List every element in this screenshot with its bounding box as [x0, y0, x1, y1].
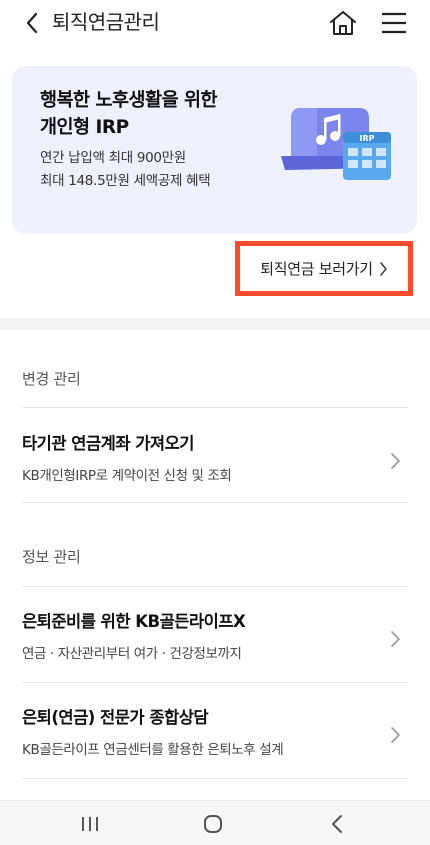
view-retirement-pension-label: 퇴직연금 보러가기	[260, 260, 373, 278]
item-subtitle: 연금 · 자산관리부터 여가 · 건강정보까지	[22, 646, 242, 662]
irp-badge: IRP	[360, 134, 375, 143]
item-title: 타기관 연금계좌 가져오기	[22, 434, 194, 453]
recent-apps-icon	[82, 817, 98, 831]
banner-title: 행복한 노후생활을 위한 개인형 IRP	[40, 90, 218, 138]
chevron-left-icon	[26, 12, 38, 34]
back-icon	[332, 815, 342, 833]
recent-apps-button[interactable]	[70, 809, 110, 839]
home-button[interactable]	[327, 8, 359, 38]
irp-illustration-icon: IRP	[281, 108, 391, 180]
chevron-right-icon	[391, 453, 400, 469]
divider	[22, 407, 408, 408]
system-back-button[interactable]	[317, 809, 357, 839]
view-retirement-pension-button[interactable]: 퇴직연금 보러가기	[235, 241, 413, 296]
item-subtitle: KB개인형IRP로 계약이전 신청 및 조회	[22, 468, 232, 484]
home-circle-icon	[204, 815, 222, 833]
item-title: 은퇴준비를 위한 KB골든라이프X	[22, 612, 246, 631]
section-label-info-management: 정보 관리	[22, 548, 81, 566]
irp-promo-banner[interactable]: 행복한 노후생활을 위한 개인형 IRP 연간 납입액 최대 900만원 최대 …	[12, 66, 417, 234]
page-title: 퇴직연금관리	[52, 10, 160, 34]
banner-description: 연간 납입액 최대 900만원 최대 148.5만원 세액공제 혜택	[40, 150, 211, 189]
list-item-retirement-consulting[interactable]: 은퇴(연금) 전문가 종합상담 KB골든라이프 연금센터를 활용한 은퇴노후 설…	[0, 688, 430, 776]
section-divider	[0, 318, 430, 330]
section-label-change-management: 변경 관리	[22, 370, 81, 388]
item-subtitle: KB골든라이프 연금센터를 활용한 은퇴노후 설계	[22, 742, 284, 758]
app-header: 퇴직연금관리	[0, 0, 430, 46]
list-item-kb-golden-life-x[interactable]: 은퇴준비를 위한 KB골든라이프X 연금 · 자산관리부터 여가 · 건강정보까…	[0, 592, 430, 680]
divider	[22, 586, 408, 587]
system-navigation-bar	[0, 800, 430, 845]
menu-button[interactable]	[378, 8, 410, 38]
home-icon	[330, 11, 356, 35]
divider	[22, 778, 408, 779]
chevron-right-icon	[379, 261, 387, 276]
divider	[22, 682, 408, 683]
chevron-right-icon	[391, 727, 400, 743]
back-button[interactable]	[18, 9, 46, 37]
chevron-right-icon	[391, 631, 400, 647]
hamburger-menu-icon	[382, 12, 406, 34]
item-title: 은퇴(연금) 전문가 종합상담	[22, 708, 209, 727]
divider	[22, 502, 408, 503]
list-item-transfer-pension-account[interactable]: 타기관 연금계좌 가져오기 KB개인형IRP로 계약이전 신청 및 조회	[0, 414, 430, 502]
system-home-button[interactable]	[193, 809, 233, 839]
